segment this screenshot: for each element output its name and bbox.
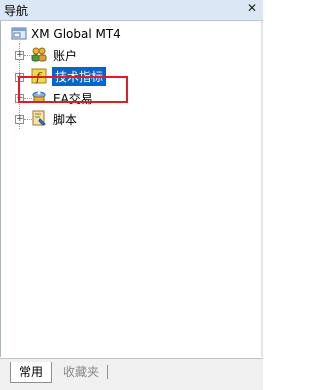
close-icon[interactable]: ✕ bbox=[245, 1, 259, 15]
panel-title: 导航 bbox=[4, 4, 29, 18]
navigator-tree-panel: XM Global MT4 + 账户 + f 技术指标 + EA交易 + 脚本 bbox=[0, 21, 263, 357]
script-icon bbox=[32, 110, 46, 126]
tree-item-scripts[interactable]: + 脚本 bbox=[9, 109, 209, 129]
tab-favorites[interactable]: 收藏夹 bbox=[56, 362, 106, 382]
expand-icon[interactable]: + bbox=[15, 51, 24, 60]
panel-edge bbox=[261, 21, 263, 357]
tab-divider bbox=[107, 365, 108, 379]
navigator-tabs: 常用 收藏夹 bbox=[0, 358, 263, 390]
tree-root[interactable]: XM Global MT4 bbox=[9, 25, 209, 45]
expand-icon[interactable]: + bbox=[15, 115, 24, 124]
tree-item-label: 脚本 bbox=[53, 113, 78, 127]
server-icon bbox=[11, 27, 27, 40]
annotation-highlight-box bbox=[18, 76, 128, 103]
tree-item-label: 账户 bbox=[53, 49, 78, 63]
tab-common[interactable]: 常用 bbox=[10, 362, 52, 383]
tree-item-accounts[interactable]: + 账户 bbox=[9, 45, 209, 65]
panel-titlebar: 导航 ✕ bbox=[0, 0, 263, 21]
accounts-icon bbox=[31, 47, 47, 62]
tree-root-label: XM Global MT4 bbox=[31, 27, 121, 41]
